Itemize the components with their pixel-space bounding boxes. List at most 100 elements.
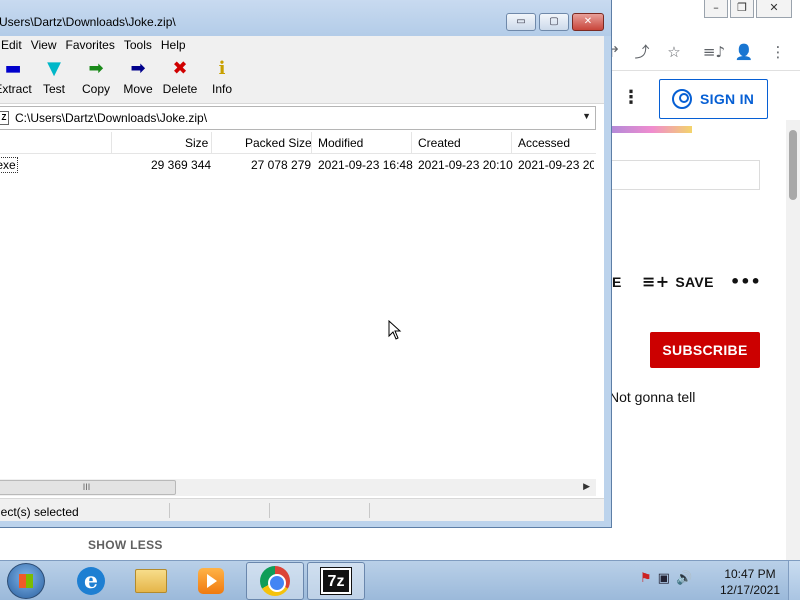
column-header-packed-size[interactable]: Packed Size [245, 136, 312, 150]
info-icon: i [218, 58, 226, 79]
account-circle-icon [672, 89, 692, 109]
start-button[interactable] [7, 563, 45, 599]
taskbar-explorer[interactable] [122, 562, 180, 600]
clock-time: 10:47 PM [724, 567, 776, 581]
status-divider [269, 503, 270, 518]
column-divider[interactable] [511, 132, 512, 154]
minimize-button[interactable]: ▭ [506, 13, 536, 31]
video-description: Not gonna tell [609, 389, 696, 405]
media-playlist-icon[interactable]: ≡♪ [702, 42, 726, 62]
7zip-icon: 7z [320, 567, 352, 595]
7zip-toolbar: ▬ Extract ▼ Test ➡ Copy ➡ Move ✖ Delete … [0, 54, 604, 104]
bookmark-star-icon[interactable]: ☆ [664, 42, 684, 62]
share-icon[interactable]: ⤴ [632, 42, 652, 62]
archive-icon: Z [0, 111, 9, 125]
window-title: Users\Dartz\Downloads\Joke.zip\ [0, 15, 176, 29]
show-desktop-button[interactable] [788, 561, 800, 600]
taskbar-media-player[interactable] [182, 562, 240, 600]
internet-explorer-icon: e [77, 567, 105, 595]
profile-icon[interactable]: 👤 [734, 42, 754, 62]
copy-button[interactable]: ➡ Copy [74, 56, 118, 102]
column-divider[interactable] [111, 132, 112, 154]
action-center-flag-icon[interactable]: ⚑ [640, 571, 652, 586]
file-created-cell: 2021-09-23 20:10 [418, 158, 513, 172]
file-name-cell[interactable]: .exe [0, 157, 18, 173]
copy-icon: ➡ [88, 58, 104, 79]
media-player-icon [198, 568, 224, 594]
page-scrollbar[interactable] [786, 120, 800, 560]
taskbar: e 7z ⚑ ▣ 🔊 10:47 PM 12/17/2021 [0, 560, 800, 600]
menu-view[interactable]: View [28, 36, 63, 54]
save-button[interactable]: ≡+ SAVE [642, 272, 714, 291]
column-divider[interactable] [311, 132, 312, 154]
info-button[interactable]: i Info [200, 56, 244, 102]
7zip-titlebar[interactable]: Users\Dartz\Downloads\Joke.zip\ ▭ ▢ ✕ [0, 0, 611, 36]
volume-icon[interactable]: 🔊 [676, 571, 692, 586]
maximize-button[interactable]: ▢ [539, 13, 569, 31]
test-label: Test [42, 82, 65, 96]
menu-tools[interactable]: Tools [121, 36, 158, 54]
show-less-button[interactable]: SHOW LESS [88, 538, 163, 552]
system-tray: ⚑ ▣ 🔊 [640, 571, 692, 586]
test-button[interactable]: ▼ Test [32, 56, 76, 102]
taskbar-chrome[interactable] [246, 562, 304, 600]
scroll-right-arrow-icon[interactable]: ▶ [583, 481, 590, 492]
folder-icon [135, 569, 167, 593]
sign-in-button[interactable]: SIGN IN [659, 79, 768, 119]
playlist-add-icon: ≡+ [642, 272, 670, 291]
menu-favorites[interactable]: Favorites [62, 36, 120, 54]
address-text[interactable]: C:\Users\Dartz\Downloads\Joke.zip\ [15, 111, 207, 125]
settings-kebab-icon[interactable]: ⋮ [622, 86, 640, 110]
move-icon: ➡ [130, 58, 146, 79]
comment-input[interactable] [612, 160, 760, 190]
browser-minimize-button[interactable]: – [704, 0, 728, 18]
file-list: Size Packed Size Modified Created Access… [0, 132, 596, 478]
status-divider [169, 503, 170, 518]
save-label: SAVE [675, 273, 714, 290]
horizontal-scrollbar[interactable]: III ▶ [0, 479, 596, 496]
extract-icon: ▬ [4, 58, 22, 79]
move-button[interactable]: ➡ Move [116, 56, 160, 102]
close-button[interactable]: ✕ [572, 13, 604, 31]
header-divider [612, 70, 800, 71]
horizontal-scrollbar-thumb[interactable]: III [0, 480, 176, 495]
7zip-window: Users\Dartz\Downloads\Joke.zip\ ▭ ▢ ✕ Ed… [0, 0, 612, 528]
column-divider[interactable] [211, 132, 212, 154]
delete-button[interactable]: ✖ Delete [158, 56, 202, 102]
delete-label: Delete [162, 82, 198, 96]
share-button-fragment[interactable]: E [612, 274, 621, 290]
menu-edit[interactable]: Edit [0, 36, 28, 54]
menu-bar: Edit View Favorites Tools Help [0, 36, 604, 54]
network-icon[interactable]: ▣ [658, 571, 670, 586]
address-bar[interactable]: Z C:\Users\Dartz\Downloads\Joke.zip\ ▼ [0, 106, 596, 130]
more-actions-button[interactable]: ••• [730, 272, 761, 291]
browser-restore-button[interactable]: ❐ [730, 0, 754, 18]
status-text: ject(s) selected [0, 505, 79, 519]
browser-close-button[interactable]: ✕ [756, 0, 792, 18]
status-bar: ject(s) selected [0, 498, 604, 521]
column-header-size[interactable]: Size [185, 136, 208, 150]
mouse-cursor-icon [388, 320, 402, 340]
move-label: Move [123, 82, 153, 96]
info-label: Info [211, 82, 232, 96]
browser-menu-icon[interactable]: ⋮ [768, 42, 788, 62]
menu-help[interactable]: Help [158, 36, 192, 54]
subscribe-button[interactable]: SUBSCRIBE [650, 332, 760, 368]
taskbar-7zip[interactable]: 7z [307, 562, 365, 600]
status-divider [369, 503, 370, 518]
page-scrollbar-thumb[interactable] [789, 130, 797, 200]
column-header-created[interactable]: Created [418, 136, 461, 150]
clock[interactable]: 10:47 PM 12/17/2021 [718, 566, 782, 598]
column-header-accessed[interactable]: Accessed [518, 136, 570, 150]
extract-button[interactable]: ▬ Extract [0, 56, 35, 102]
file-size-cell: 29 369 344 [151, 158, 212, 172]
file-packed-size-cell: 27 078 279 [251, 158, 312, 172]
file-accessed-cell: 2021-09-23 20: [518, 158, 594, 172]
test-icon: ▼ [47, 58, 61, 79]
chrome-icon [260, 566, 290, 596]
taskbar-internet-explorer[interactable]: e [62, 562, 120, 600]
video-thumbnail-edge [612, 126, 692, 133]
column-header-modified[interactable]: Modified [318, 136, 363, 150]
column-divider[interactable] [411, 132, 412, 154]
chevron-down-icon[interactable]: ▼ [582, 111, 591, 121]
